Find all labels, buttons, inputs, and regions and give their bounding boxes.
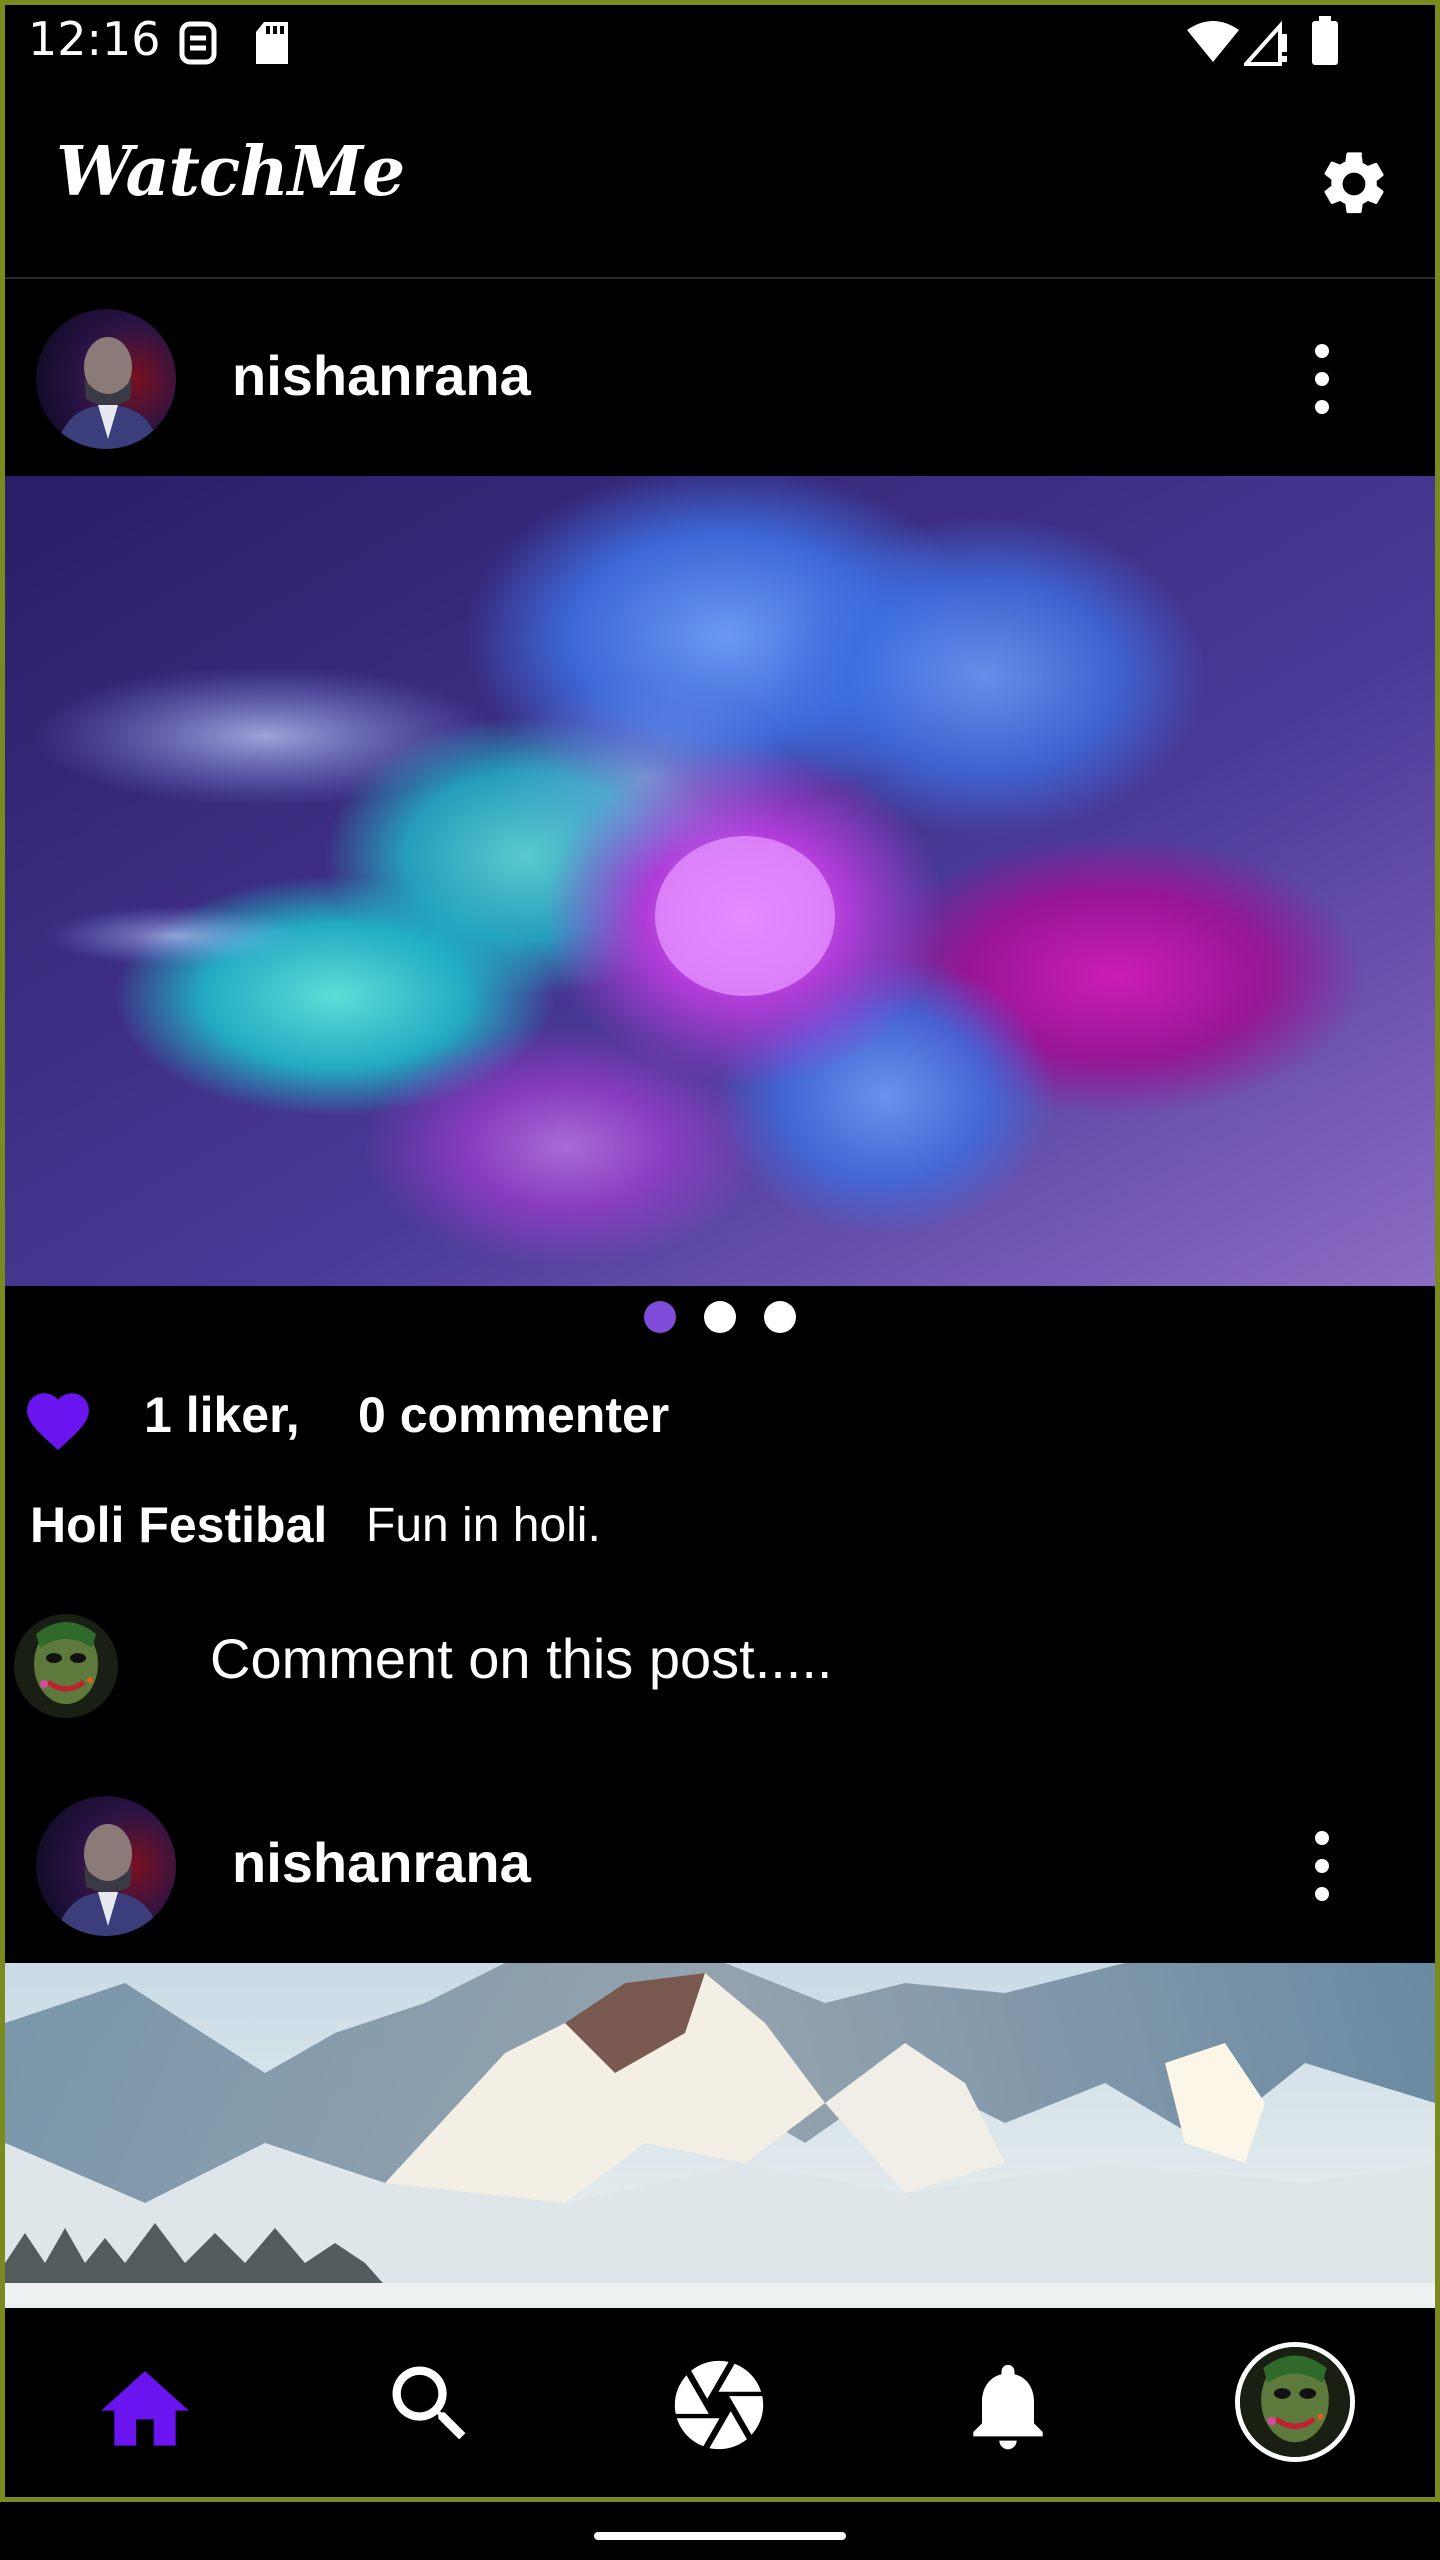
post-menu-button[interactable] [1300, 329, 1344, 429]
signal-icon [1244, 20, 1287, 66]
post-header: nishanrana [0, 1768, 1440, 1964]
holi-color-powder-image [5, 476, 1435, 1286]
comment-row: Comment on this post..... [0, 1610, 1440, 1720]
post-image[interactable] [5, 476, 1435, 1286]
carousel-dot[interactable] [764, 1301, 796, 1333]
carousel-indicator [0, 1301, 1440, 1337]
bell-icon [973, 2364, 1043, 2450]
post-header: nishanrana [0, 281, 1440, 477]
nav-camera[interactable] [576, 2308, 864, 2502]
post-username[interactable]: nishanrana [232, 343, 531, 408]
sim-icon [179, 21, 217, 65]
app-title: WatchMe [56, 132, 405, 212]
carousel-dot[interactable] [704, 1301, 736, 1333]
post-image[interactable] [5, 1963, 1435, 2308]
app-bar: WatchMe [0, 86, 1440, 279]
camera-shutter-icon [674, 2360, 764, 2450]
nav-home[interactable] [0, 2308, 288, 2502]
wifi-icon [1187, 21, 1239, 62]
current-user-avatar [14, 1614, 118, 1718]
post-caption: Holi Festibal Fun in holi. [0, 1496, 1440, 1566]
user-avatar[interactable] [36, 1796, 176, 1936]
more-vert-icon [1315, 344, 1329, 414]
carousel-dot-active[interactable] [644, 1301, 676, 1333]
sd-card-icon [256, 22, 288, 64]
likes-count[interactable]: 1 liker, [144, 1386, 300, 1444]
status-time: 12:16 [28, 12, 161, 66]
caption-title: Holi Festibal [30, 1497, 328, 1553]
status-bar: 12:16 [0, 0, 1440, 86]
gesture-navigation-bar[interactable] [594, 2532, 846, 2540]
settings-button[interactable] [1316, 146, 1392, 222]
nav-profile-avatar[interactable] [1235, 2342, 1355, 2462]
post-menu-button[interactable] [1300, 1816, 1344, 1916]
nav-search[interactable] [288, 2308, 576, 2502]
more-vert-icon [1315, 1831, 1329, 1901]
comment-input[interactable]: Comment on this post..... [210, 1626, 832, 1691]
nav-notifications[interactable] [864, 2308, 1152, 2502]
post-stats: 1 liker, 0 commenter [0, 1376, 1440, 1466]
search-icon [392, 2366, 466, 2440]
comments-count[interactable]: 0 commenter [358, 1386, 669, 1444]
mountain-landscape-image [5, 1963, 1435, 2308]
user-avatar[interactable] [36, 309, 176, 449]
like-button[interactable] [20, 1384, 96, 1452]
bottom-navigation [0, 2308, 1440, 2502]
heart-icon [27, 1393, 89, 1450]
gear-icon [1324, 152, 1384, 214]
battery-icon [1312, 16, 1338, 65]
home-icon [101, 2371, 189, 2446]
post-username[interactable]: nishanrana [232, 1830, 531, 1895]
caption-text: Fun in holi. [366, 1499, 601, 1552]
